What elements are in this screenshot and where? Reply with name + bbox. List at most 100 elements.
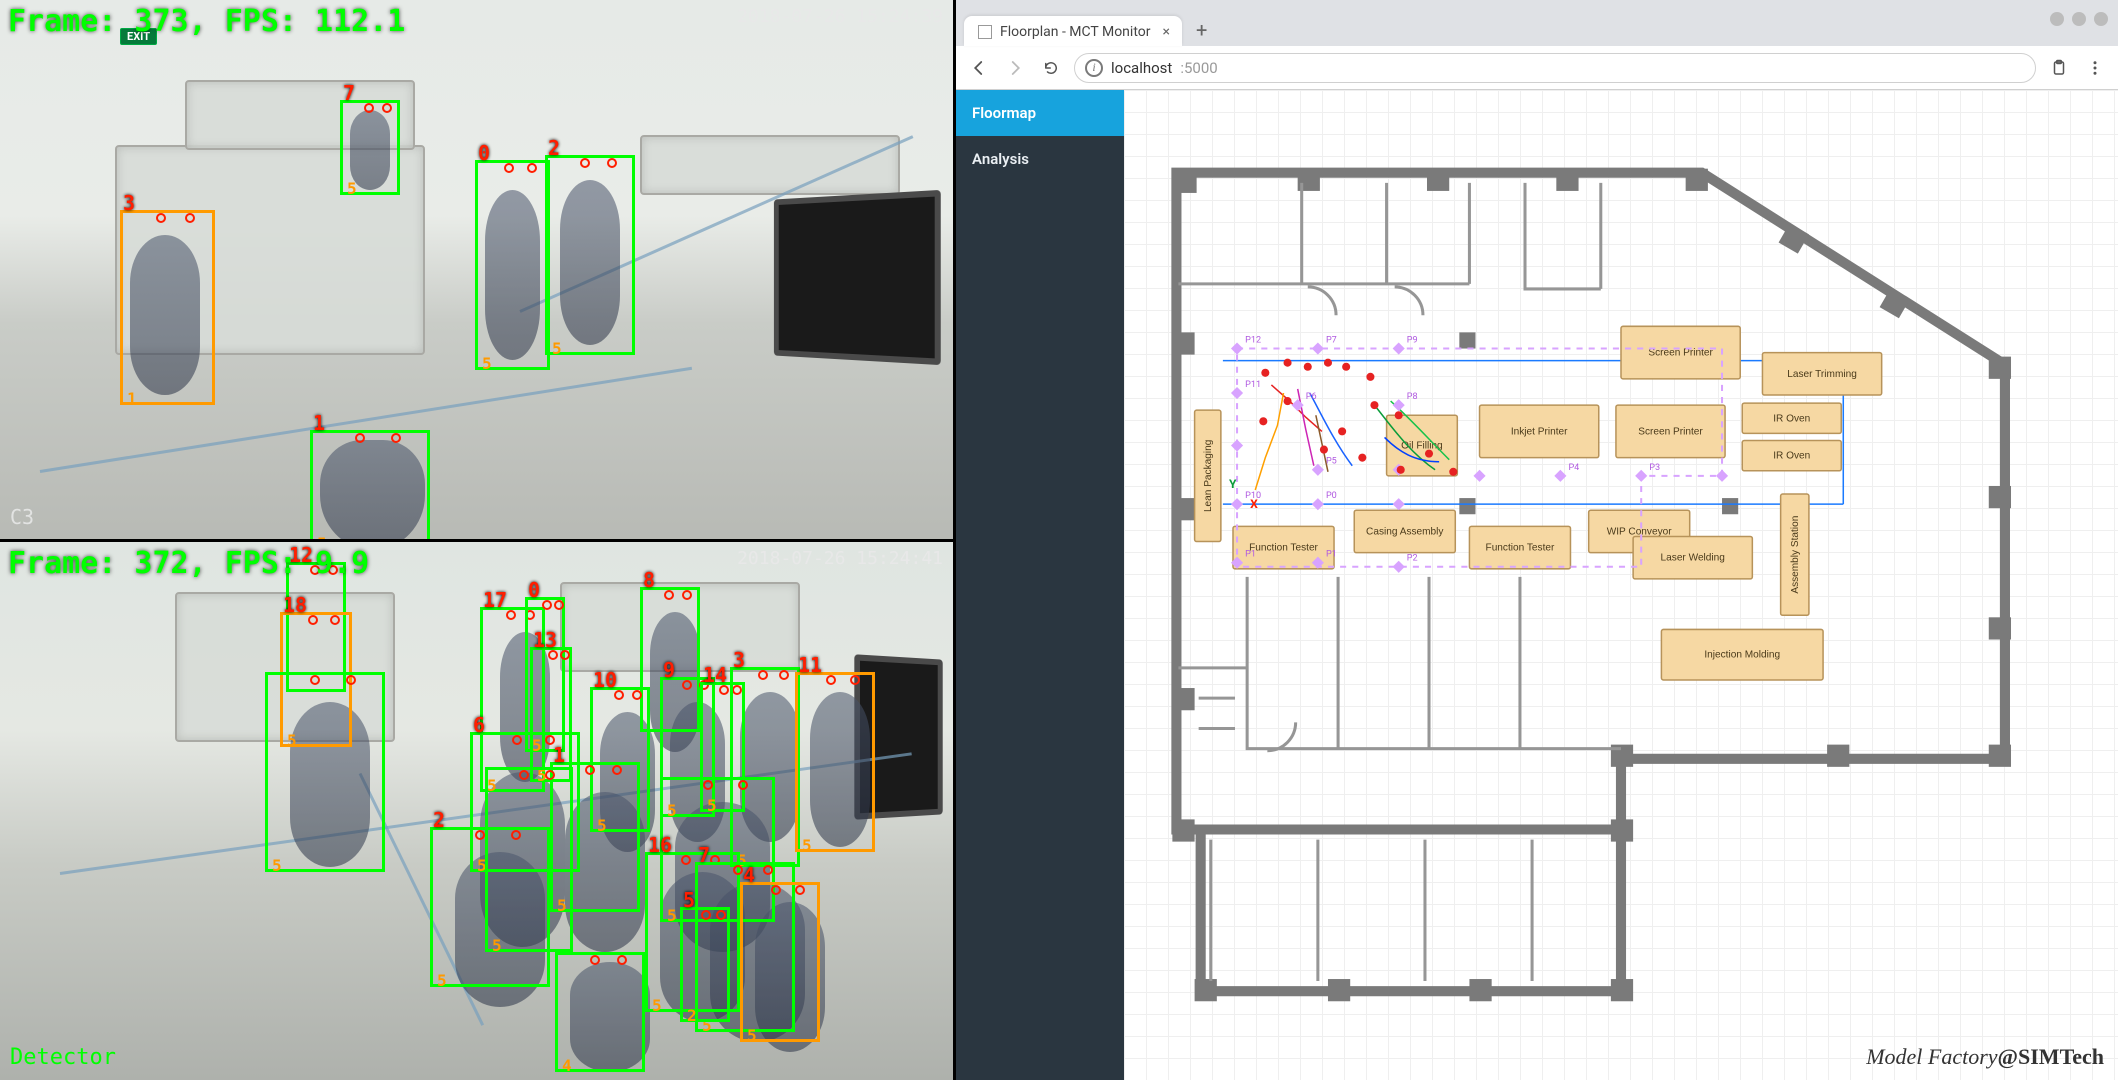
foot-dot-icon bbox=[308, 615, 318, 625]
track-line bbox=[1255, 393, 1283, 490]
foot-dot-icon bbox=[391, 433, 401, 443]
bbox-foot-id: 5 bbox=[482, 354, 492, 373]
site-info-icon[interactable]: i bbox=[1085, 59, 1103, 77]
window-close-icon[interactable] bbox=[2094, 12, 2108, 26]
browser-tab-floorplan[interactable]: Floorplan - MCT Monitor × bbox=[964, 16, 1182, 46]
foot-dot-icon bbox=[617, 955, 627, 965]
window-minimize-icon[interactable] bbox=[2050, 12, 2064, 26]
camera-bottom: 1218517505813551059514535115651552551657… bbox=[0, 542, 953, 1080]
brand-prefix: Model Factory bbox=[1866, 1044, 1997, 1069]
foot-dot-icon bbox=[664, 590, 674, 600]
foot-dot-icon bbox=[681, 855, 691, 865]
brand-watermark: Model Factory@SIMTech bbox=[1866, 1044, 2104, 1070]
menu-button[interactable] bbox=[2082, 55, 2108, 81]
tracking-node bbox=[1231, 342, 1243, 354]
svg-text:P0: P0 bbox=[1326, 491, 1337, 501]
station: Assembly Station bbox=[1781, 494, 1809, 615]
foot-dot-icon bbox=[779, 670, 789, 680]
floorplan-canvas[interactable]: Lean PackagingOil FillingInkjet PrinterS… bbox=[1124, 90, 2118, 1080]
station: IR Oven bbox=[1742, 403, 1841, 433]
svg-text:P2: P2 bbox=[1407, 554, 1418, 564]
nav-back-button[interactable] bbox=[966, 55, 992, 81]
track-point bbox=[1261, 369, 1269, 377]
sidebar: Floormap Analysis bbox=[956, 90, 1124, 1080]
foot-dot-icon bbox=[758, 670, 768, 680]
foot-dot-icon bbox=[330, 615, 340, 625]
nav-reload-button[interactable] bbox=[1038, 55, 1064, 81]
tracking-node bbox=[1231, 439, 1243, 451]
kebab-icon bbox=[2086, 59, 2104, 77]
camera-panel: EXIT 7505253115 Frame: 373, FPS: 112.1 2… bbox=[0, 0, 956, 1080]
clipboard-icon bbox=[2050, 59, 2068, 77]
foot-dot-icon bbox=[156, 213, 166, 223]
station: IR Oven bbox=[1742, 440, 1841, 470]
bbox-id: 13 bbox=[533, 628, 557, 652]
bbox-foot-id: 5 bbox=[437, 971, 447, 990]
svg-text:P1: P1 bbox=[1245, 550, 1256, 560]
bbox-id: 14 bbox=[703, 663, 727, 687]
bbox-id: 16 bbox=[648, 833, 672, 857]
detection-bbox: 5 bbox=[265, 672, 385, 872]
detection-bbox: 45 bbox=[740, 882, 820, 1042]
foot-dot-icon bbox=[185, 213, 195, 223]
foot-dot-icon bbox=[607, 158, 617, 168]
camera-badge-top: C3 bbox=[10, 505, 34, 529]
address-bar[interactable]: i localhost:5000 bbox=[1074, 53, 2036, 83]
browser-window: Floorplan - MCT Monitor × + i localh bbox=[956, 0, 2118, 1080]
svg-text:P5: P5 bbox=[1326, 457, 1337, 467]
bbox-id: 18 bbox=[283, 593, 307, 617]
track-point bbox=[1397, 466, 1405, 474]
foot-dot-icon bbox=[560, 650, 570, 660]
tracking-node bbox=[1473, 470, 1485, 482]
camera-top: EXIT 7505253115 Frame: 373, FPS: 112.1 2… bbox=[0, 0, 953, 542]
foot-dot-icon bbox=[701, 910, 711, 920]
bbox-id: 11 bbox=[798, 653, 822, 677]
foot-dot-icon bbox=[519, 770, 529, 780]
bbox-id: 8 bbox=[643, 568, 655, 592]
foot-dot-icon bbox=[504, 163, 514, 173]
exit-sign: EXIT bbox=[120, 28, 157, 45]
bbox-id: 5 bbox=[683, 888, 695, 912]
track-point bbox=[1338, 427, 1346, 435]
new-tab-button[interactable]: + bbox=[1188, 14, 1215, 46]
svg-text:P4: P4 bbox=[1568, 463, 1579, 473]
tracking-node bbox=[1312, 342, 1324, 354]
window-maximize-icon[interactable] bbox=[2072, 12, 2086, 26]
foot-dot-icon bbox=[545, 770, 555, 780]
svg-text:P11: P11 bbox=[1245, 380, 1261, 390]
detection-bbox: 05 bbox=[475, 160, 550, 370]
bbox-foot-id: 5 bbox=[802, 836, 812, 855]
station: Injection Molding bbox=[1661, 629, 1823, 680]
bbox-foot-id: 5 bbox=[747, 1026, 757, 1045]
track-line bbox=[1310, 393, 1352, 466]
tracking-node bbox=[1393, 399, 1405, 411]
sidebar-item-floormap[interactable]: Floormap bbox=[956, 90, 1124, 136]
detection-bbox: 25 bbox=[430, 827, 550, 987]
foot-dot-icon bbox=[554, 600, 564, 610]
clipboard-button[interactable] bbox=[2046, 55, 2072, 81]
bbox-id: 4 bbox=[743, 863, 755, 887]
svg-text:P1: P1 bbox=[1326, 550, 1337, 560]
bbox-foot-id: 5 bbox=[652, 996, 662, 1015]
foot-dot-icon bbox=[580, 158, 590, 168]
track-point bbox=[1449, 468, 1457, 476]
track-point bbox=[1320, 446, 1328, 454]
bbox-id: 6 bbox=[473, 713, 485, 737]
arrow-left-icon bbox=[970, 59, 988, 77]
bbox-foot-id: 5 bbox=[347, 179, 357, 198]
track-point bbox=[1259, 417, 1267, 425]
track-point bbox=[1425, 450, 1433, 458]
foot-dot-icon bbox=[585, 765, 595, 775]
station: Function Tester bbox=[1469, 526, 1570, 568]
bbox-id: 3 bbox=[123, 191, 135, 215]
sidebar-item-analysis[interactable]: Analysis bbox=[956, 136, 1124, 182]
tab-close-icon[interactable]: × bbox=[1163, 24, 1170, 40]
track-point bbox=[1284, 397, 1292, 405]
timestamp-top: 2018-07-26 15:24:39 bbox=[737, 6, 943, 27]
foot-dot-icon bbox=[475, 830, 485, 840]
bbox-id: 3 bbox=[733, 648, 745, 672]
bbox-foot-id: 5 bbox=[317, 534, 327, 542]
detection-bbox: 25 bbox=[545, 155, 635, 355]
foot-dot-icon bbox=[850, 675, 860, 685]
foot-dot-icon bbox=[703, 780, 713, 790]
